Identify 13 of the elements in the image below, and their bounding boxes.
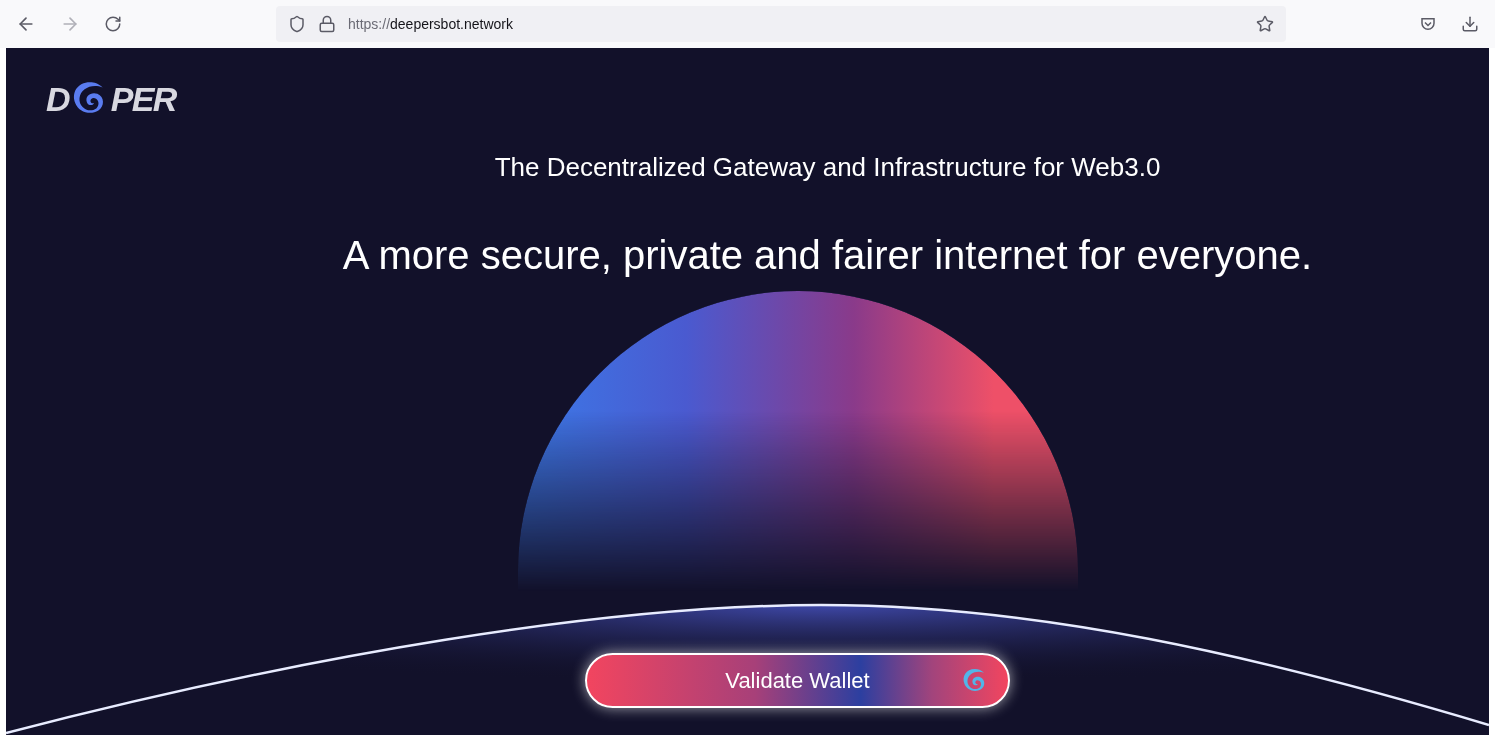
reload-icon[interactable] [104,15,122,33]
logo-text: D [46,82,69,116]
validate-wallet-button[interactable]: Validate Wallet [585,653,1010,708]
bookmark-star-icon[interactable] [1256,15,1274,33]
headline: A more secure, private and fairer internet for everyone. [342,232,1313,279]
logo-text: PER [110,82,176,116]
address-bar[interactable]: https://deepersbot.network [276,6,1286,42]
download-icon[interactable] [1461,15,1479,33]
shield-icon[interactable] [288,15,306,33]
pocket-icon[interactable] [1419,15,1437,33]
url-text: https://deepersbot.network [348,14,513,34]
tagline: The Decentralized Gateway and Infrastructure for Web3.0 [494,151,1161,184]
lock-icon [318,15,336,33]
